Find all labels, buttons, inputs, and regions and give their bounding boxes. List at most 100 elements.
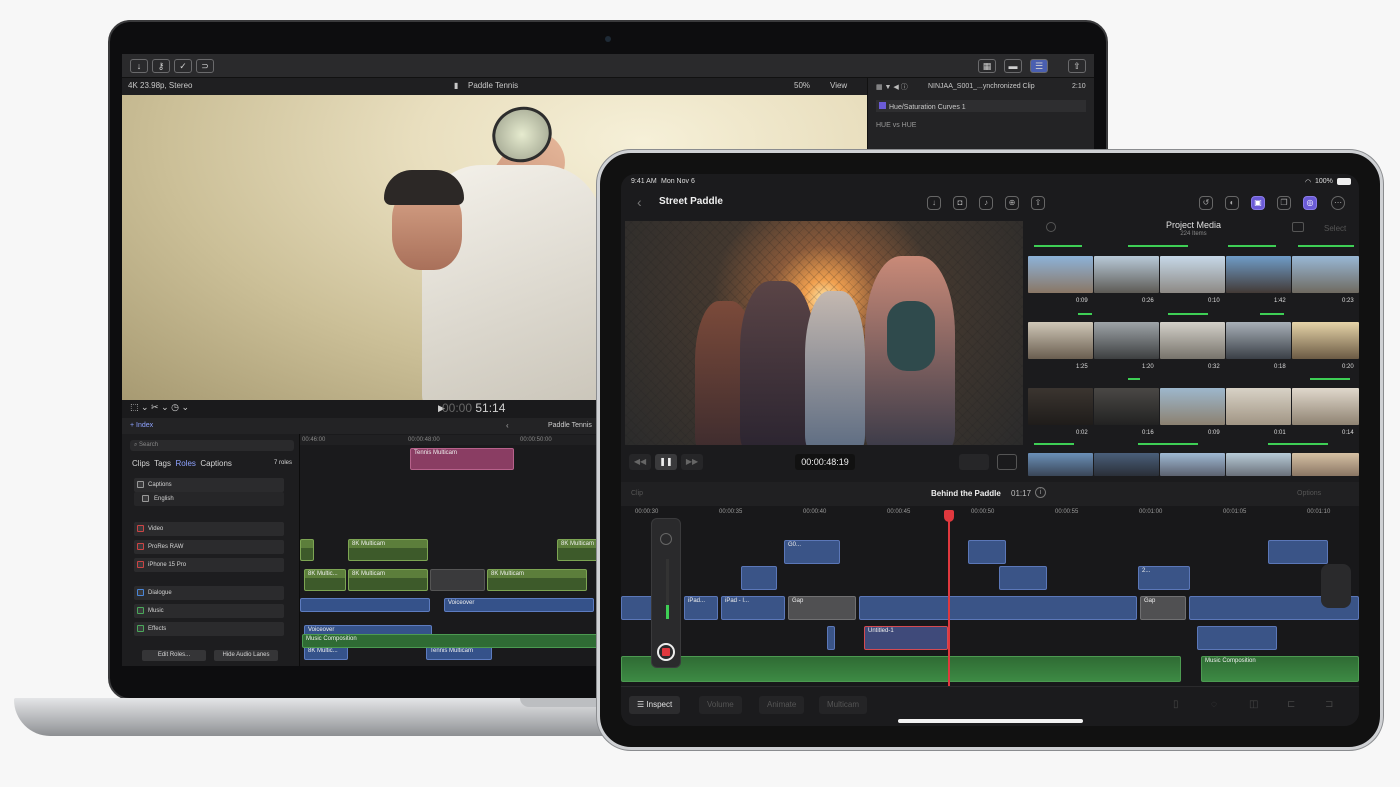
more-icon[interactable]: ⋯ [1331, 196, 1345, 210]
inspector-layout-icon[interactable]: ☰ [1030, 59, 1048, 73]
primary-clip[interactable] [859, 596, 1137, 620]
import-icon[interactable]: ↓ [130, 59, 148, 73]
import-icon[interactable]: ↓ [927, 196, 941, 210]
inspector-icon[interactable]: ◎ [1303, 196, 1317, 210]
pause-icon[interactable]: ❚❚ [655, 454, 677, 470]
timeline-clip[interactable] [300, 539, 314, 561]
inspector-tab-icons[interactable]: ▦ ▼ ◀ ⓘ [876, 82, 908, 92]
role-checkbox[interactable] [142, 495, 149, 502]
timeline-clip[interactable]: 8K Multicam [348, 539, 428, 561]
background-tasks-icon[interactable]: ✓ [174, 59, 192, 73]
jog-wheel[interactable] [1321, 564, 1351, 608]
media-thumb[interactable] [1094, 453, 1159, 476]
tab-tags[interactable]: Tags [154, 459, 171, 468]
media-thumb[interactable] [1094, 322, 1159, 359]
forward-icon[interactable]: ▶▶ [681, 454, 703, 470]
transform-icon[interactable]: ⬚ ⌄ ✂ ⌄ ◷ ⌄ [130, 402, 189, 413]
camera-icon[interactable]: ◘ [953, 196, 967, 210]
media-thumb[interactable] [1292, 256, 1359, 293]
rewind-icon[interactable]: ◀◀ [629, 454, 651, 470]
gap-clip[interactable]: Gap [1140, 596, 1186, 620]
music-clip[interactable]: Music Composition [1201, 656, 1359, 682]
role-row-dialogue[interactable]: Dialogue [134, 586, 284, 600]
back-icon[interactable]: ‹ [506, 421, 509, 430]
connected-clip[interactable] [968, 540, 1006, 564]
role-row-prores-raw[interactable]: ProRes RAW [134, 540, 284, 554]
timeline-gap[interactable] [430, 569, 485, 591]
media-thumb[interactable] [1160, 453, 1225, 476]
inspect-button[interactable]: ☰ Inspect [629, 696, 681, 714]
options-menu[interactable]: Options [1297, 490, 1321, 497]
timeline-clip[interactable]: 8K Multicam [348, 569, 428, 591]
media-thumb[interactable] [1292, 388, 1359, 425]
media-thumb[interactable] [1292, 322, 1359, 359]
browser-icon[interactable]: ❐ [1277, 196, 1291, 210]
timeline-clip[interactable]: 8K Multic... [304, 569, 346, 591]
audio-clip[interactable]: 8K Multic... [304, 646, 348, 660]
gap-clip[interactable]: Gap [788, 596, 856, 620]
split-icon[interactable]: ◫ [1249, 699, 1258, 710]
tab-captions[interactable]: Captions [200, 459, 232, 468]
connected-clip[interactable] [1268, 540, 1328, 564]
audio-clip[interactable]: Untitled-1 [864, 626, 948, 650]
audio-clip[interactable] [1197, 626, 1277, 650]
media-thumb[interactable] [1028, 256, 1093, 293]
role-row-video[interactable]: Video [134, 522, 284, 536]
microphone-icon[interactable]: ♪ [979, 196, 993, 210]
audio-clip[interactable]: Voiceover [444, 598, 594, 612]
connected-clip[interactable] [999, 566, 1047, 590]
tags-icon[interactable]: ⊃ [196, 59, 214, 73]
media-thumb[interactable] [1226, 256, 1291, 293]
grid-icon[interactable] [1292, 222, 1304, 232]
timeline-clip[interactable]: 8K Multicam [487, 569, 587, 591]
media-thumb[interactable] [1226, 322, 1291, 359]
info-icon[interactable]: i [1035, 487, 1046, 498]
check-icon[interactable]: ◌ [1211, 699, 1217, 710]
role-checkbox[interactable] [137, 625, 144, 632]
tab-roles[interactable]: Roles [175, 459, 195, 468]
share-icon[interactable]: ⇧ [1068, 59, 1086, 73]
primary-clip[interactable]: iPad... [684, 596, 718, 620]
media-thumb[interactable] [1226, 453, 1291, 476]
select-button[interactable]: Select [1324, 224, 1346, 233]
clip-menu[interactable]: Clip [631, 490, 643, 497]
download-icon[interactable]: ⊕ [1005, 196, 1019, 210]
multicam-button[interactable]: Multicam [819, 696, 868, 714]
role-checkbox[interactable] [137, 525, 144, 532]
role-row-effects[interactable]: Effects [134, 622, 284, 636]
extract-icon[interactable]: ⊐ [1325, 699, 1333, 710]
role-row-captions[interactable]: Captions [134, 478, 284, 492]
history-icon[interactable]: ↺ [1199, 196, 1213, 210]
search-input[interactable]: ⌕ Search [130, 440, 294, 451]
audio-clip[interactable]: Tennis Multicam [426, 646, 492, 660]
filter-icon[interactable] [1046, 222, 1056, 232]
connected-clip[interactable]: G0... [784, 540, 840, 564]
connected-clip[interactable] [741, 566, 777, 590]
audio-meter-button[interactable] [959, 454, 989, 470]
role-checkbox[interactable] [137, 607, 144, 614]
viewer-options-icon[interactable] [997, 454, 1017, 470]
connected-clip[interactable]: 2... [1138, 566, 1190, 590]
timeline-clip[interactable]: Tennis Multicam [410, 448, 514, 470]
role-checkbox[interactable] [137, 543, 144, 550]
tab-clips[interactable]: Clips [132, 459, 150, 468]
effect-checkbox[interactable] [879, 102, 886, 109]
back-icon[interactable]: ‹ [637, 194, 642, 210]
role-checkbox[interactable] [137, 589, 144, 596]
zoom-menu[interactable]: 50% [794, 81, 810, 90]
role-row-iphone[interactable]: iPhone 15 Pro [134, 558, 284, 572]
detach-icon[interactable]: ⊏ [1287, 699, 1295, 710]
primary-clip[interactable]: iPad - I... [721, 596, 785, 620]
role-checkbox[interactable] [137, 481, 144, 488]
media-thumb[interactable] [1160, 322, 1225, 359]
hide-audio-lanes-button[interactable]: Hide Audio Lanes [214, 650, 278, 661]
photos-icon[interactable]: ▣ [1251, 196, 1265, 210]
role-row-music[interactable]: Music [134, 604, 284, 618]
timeline-layout-icon[interactable]: ▬ [1004, 59, 1022, 73]
playhead[interactable] [948, 512, 950, 686]
role-row-english[interactable]: English [134, 492, 284, 506]
effect-row[interactable]: Hue/Saturation Curves 1 [876, 100, 1086, 112]
volume-button[interactable]: Volume [699, 696, 742, 714]
media-thumb[interactable] [1094, 256, 1159, 293]
audio-clip[interactable] [300, 598, 430, 612]
